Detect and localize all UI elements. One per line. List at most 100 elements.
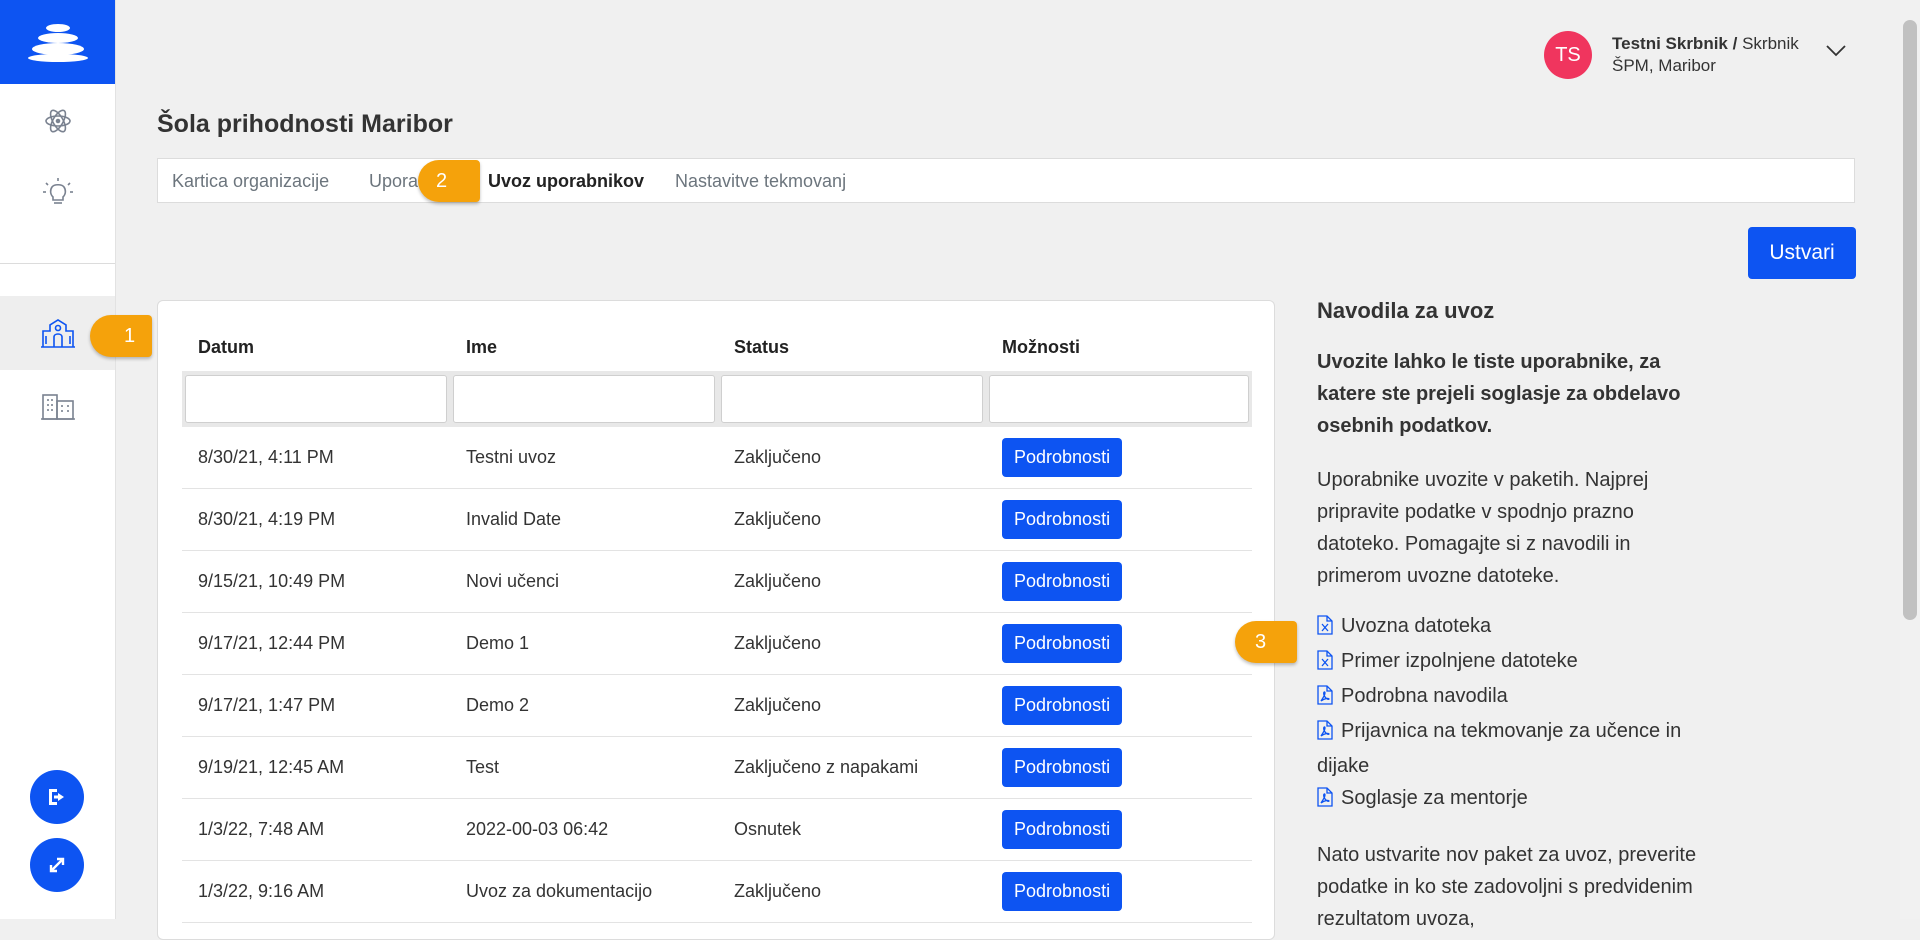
cell-name: Uvoz za dokumentacijo (450, 860, 718, 923)
instructions-paragraph: Uporabnike uvozite v paketih. Najprej pr… (1317, 469, 1649, 587)
pdf-file-icon (1317, 718, 1333, 750)
user-organization: ŠPM, Maribor (1612, 56, 1716, 75)
create-button[interactable]: Ustvari (1748, 227, 1856, 279)
column-header-options: Možnosti (1002, 337, 1080, 357)
cell-options: Podrobnosti (986, 427, 1252, 489)
excel-file-icon (1317, 613, 1333, 645)
sidebar (0, 0, 116, 919)
table-header-row: Datum Ime Status Možnosti (182, 325, 1252, 371)
filter-status-input[interactable] (721, 375, 983, 423)
download-links: Uvozna datoteka Primer izpolnjene datotek… (1317, 610, 1717, 817)
download-link[interactable]: Primer izpolnjene datoteke (1317, 645, 1717, 680)
cell-options: Podrobnosti (986, 674, 1252, 737)
tab-organization-card[interactable]: Kartica organizacije (172, 171, 329, 192)
scrollbar-thumb[interactable] (1903, 20, 1917, 620)
cell-date: 1/3/22, 7:48 AM (182, 798, 450, 861)
tab-user-import[interactable]: Uvoz uporabnikov (488, 171, 644, 192)
user-role: Skrbnik (1742, 34, 1799, 53)
table-row: 9/17/21, 1:47 PM Demo 2 Zaključeno Podrobno… (182, 674, 1252, 737)
cell-options: Podrobnosti (986, 612, 1252, 675)
download-link[interactable]: Podrobna navodila (1317, 680, 1717, 715)
details-button[interactable]: Podrobnosti (1002, 500, 1123, 539)
cell-options: Podrobnosti (986, 736, 1252, 799)
cell-status: Zaključeno (718, 550, 986, 613)
instructions-title: Navodila za uvoz (1317, 298, 1495, 323)
cell-date: 9/17/21, 1:47 PM (182, 674, 450, 737)
cell-name: Invalid Date (450, 488, 718, 551)
sidebar-item-science[interactable] (0, 91, 115, 151)
download-link[interactable]: Prijavnica na tekmovanje za učence in di… (1317, 715, 1717, 782)
page-title: Šola prihodnosti Maribor (157, 110, 453, 138)
instructions-next-steps: Nato ustvarite nov paket za uvoz, prever… (1317, 844, 1697, 930)
pdf-file-icon (1317, 785, 1333, 817)
expand-icon (49, 857, 65, 873)
column-header-status[interactable]: Status (718, 325, 986, 371)
cell-status: Zaključeno (718, 427, 986, 489)
download-link[interactable]: Uvozna datoteka (1317, 610, 1717, 645)
cell-date: 1/3/22, 9:16 AM (182, 860, 450, 923)
cell-options: Podrobnosti (986, 860, 1252, 923)
filter-row (182, 371, 1252, 427)
lightbulb-icon (42, 178, 73, 204)
filter-date-input[interactable] (185, 375, 447, 423)
callout-number: 3 (1255, 630, 1267, 653)
download-link-label: Soglasje za mentorje (1341, 787, 1528, 809)
logo-icon (27, 24, 88, 62)
tab-users[interactable]: Upora (369, 171, 418, 192)
details-button[interactable]: Podrobnosti (1002, 438, 1123, 477)
download-link[interactable]: Soglasje za mentorje (1317, 782, 1717, 817)
chevron-down-icon[interactable] (1825, 44, 1847, 58)
filter-name-input[interactable] (453, 375, 715, 423)
filter-options-input[interactable] (989, 375, 1249, 423)
details-button[interactable]: Podrobnosti (1002, 624, 1123, 663)
cell-date: 9/19/21, 12:45 AM (182, 736, 450, 799)
excel-file-icon (1317, 648, 1333, 680)
table-row: 9/15/21, 10:49 PM Novi učenci Zaključeno Po… (182, 550, 1252, 613)
cell-options: Podrobnosti (986, 488, 1252, 551)
column-header-date[interactable]: Datum (182, 325, 450, 371)
user-name: Testni Skrbnik / (1612, 34, 1738, 53)
sidebar-item-ideas[interactable] (0, 163, 115, 223)
cell-options: Podrobnosti (986, 550, 1252, 613)
cell-status: Zaključeno (718, 674, 986, 737)
details-button[interactable]: Podrobnosti (1002, 810, 1123, 849)
cell-name: Novi učenci (450, 550, 718, 613)
details-button[interactable]: Podrobnosti (1002, 686, 1123, 725)
school-building-icon (40, 319, 75, 348)
atom-icon (44, 109, 71, 133)
user-menu[interactable]: TS Testni Skrbnik / Skrbnik ŠPM, Maribor (1544, 31, 1847, 79)
instructions-consent-note: Uvozite lahko le tiste uporabnike, za ka… (1317, 351, 1681, 437)
cell-name: Test (450, 736, 718, 799)
cell-name: Testni uvoz (450, 427, 718, 489)
app-logo[interactable] (0, 0, 115, 84)
callout-marker-1: 1 (90, 315, 152, 357)
imports-table-card: Datum Ime Status Možnosti 8/30/21, 4:11 … (157, 300, 1275, 940)
cell-date: 9/17/21, 12:44 PM (182, 612, 450, 675)
page-scrollbar[interactable] (1900, 0, 1920, 919)
cell-date: 8/30/21, 4:19 PM (182, 488, 450, 551)
table-row: 9/17/21, 12:44 PM Demo 1 Zaključeno Podrobn… (182, 612, 1252, 675)
fullscreen-button[interactable] (30, 838, 84, 892)
column-header-name[interactable]: Ime (450, 325, 718, 371)
cell-name: 2022-00-03 06:42 (450, 798, 718, 861)
tab-competition-settings[interactable]: Nastavitve tekmovanj (675, 171, 846, 192)
cell-status: Zaključeno z napakami (718, 736, 986, 799)
table-row: 1/3/22, 7:48 AM 2022-00-03 06:42 Osnutek Po… (182, 798, 1252, 861)
download-link-label: Primer izpolnjene datoteke (1341, 650, 1578, 672)
details-button[interactable]: Podrobnosti (1002, 872, 1123, 911)
table-row: 8/30/21, 4:11 PM Testni uvoz Zaključeno Pod… (182, 427, 1252, 489)
avatar: TS (1544, 31, 1592, 79)
cell-status: Zaključeno (718, 488, 986, 551)
cell-status: Zaključeno (718, 612, 986, 675)
table-row: 8/30/21, 4:19 PM Invalid Date Zaključeno Po… (182, 488, 1252, 551)
download-link-label: Prijavnica na tekmovanje za učence in di… (1317, 720, 1682, 777)
details-button[interactable]: Podrobnosti (1002, 748, 1123, 787)
logout-button[interactable] (30, 770, 84, 824)
details-button[interactable]: Podrobnosti (1002, 562, 1123, 601)
callout-number: 2 (436, 169, 448, 192)
sidebar-item-buildings[interactable] (0, 376, 115, 436)
city-buildings-icon (40, 394, 75, 420)
cell-name: Demo 2 (450, 674, 718, 737)
cell-name: Demo 1 (450, 612, 718, 675)
user-info: Testni Skrbnik / Skrbnik ŠPM, Maribor (1612, 33, 1799, 77)
